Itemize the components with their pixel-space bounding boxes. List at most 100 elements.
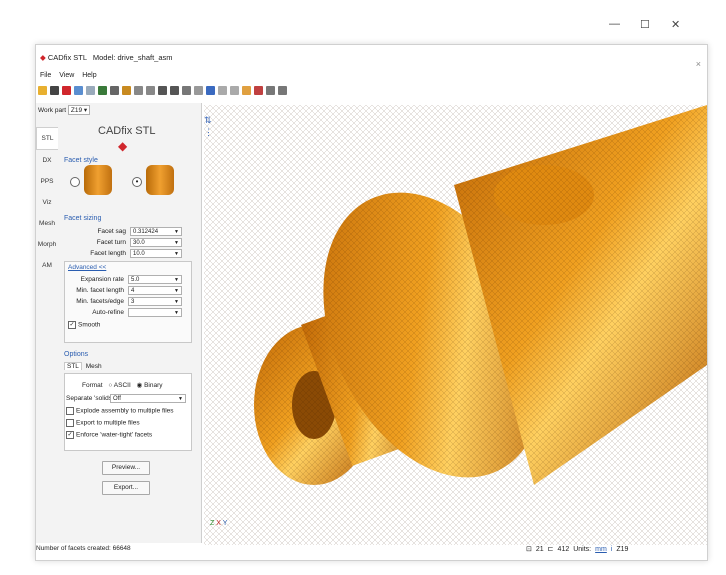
smooth-check-icon: ✓ xyxy=(68,321,76,329)
work-part-label: Work part xyxy=(38,107,67,114)
separate-solids-label: Separate 'solids' xyxy=(66,395,114,402)
facet-turn-input[interactable]: 30.0 ▼ xyxy=(130,238,182,247)
work-part: Work part Z19 ▾ xyxy=(38,105,91,115)
min-facet-length-input[interactable]: 4 ▼ xyxy=(128,286,182,295)
export-multiple-check-icon xyxy=(66,419,74,427)
info-icon[interactable]: i xyxy=(611,546,613,553)
select-arrow-icon[interactable] xyxy=(206,85,215,95)
menu-view[interactable]: View xyxy=(59,72,74,79)
units-value[interactable]: mm xyxy=(595,546,607,553)
export-multiple-checkbox[interactable]: Export to multiple files xyxy=(66,419,140,427)
options-tabs: STL Mesh xyxy=(64,362,104,370)
tab-morph[interactable]: Morph xyxy=(36,234,58,255)
tab-am[interactable]: AM xyxy=(36,255,58,276)
facet-sag-input[interactable]: 0.312424 ▼ xyxy=(130,227,182,236)
redo-icon[interactable] xyxy=(86,85,95,95)
options-title: Options xyxy=(64,351,89,358)
export-button[interactable]: Export... xyxy=(102,481,150,495)
smooth-checkbox[interactable]: ✓ Smooth xyxy=(68,321,100,329)
zoom-fit-icon[interactable] xyxy=(158,85,167,95)
star-icon[interactable] xyxy=(278,85,287,95)
model-check-icon[interactable] xyxy=(98,85,107,95)
axes-icon[interactable] xyxy=(182,85,191,95)
enforce-checkbox[interactable]: ✓ Enforce 'water-tight' facets xyxy=(66,431,152,439)
explode-check-icon xyxy=(66,407,74,415)
facet-sag-label: Facet sag xyxy=(97,228,126,235)
tab-dx[interactable]: DX xyxy=(36,150,58,171)
facet-length-label: Facet length xyxy=(90,250,126,257)
auto-refine-input[interactable]: ▼ xyxy=(128,308,182,317)
face-count: 21 xyxy=(535,545,544,553)
select-edge-icon[interactable] xyxy=(230,85,239,95)
options-tab-stl[interactable]: STL xyxy=(64,362,82,370)
status-facets: Number of facets created: 66648 xyxy=(36,545,131,552)
select-face-icon[interactable] xyxy=(218,85,227,95)
axis-triad: Z X Y xyxy=(210,520,227,527)
mesh-overlay xyxy=(204,105,707,545)
facet-sizing-title: Facet sizing xyxy=(64,215,102,222)
stl-icon[interactable] xyxy=(62,85,71,95)
save-icon[interactable] xyxy=(50,85,59,95)
delete-icon[interactable] xyxy=(254,85,263,95)
facet-style-radio-1[interactable] xyxy=(70,177,80,187)
title-bar: ◆ CADfix STL Model: drive_shaft_asm xyxy=(40,53,173,62)
tab-stl[interactable]: STL xyxy=(36,127,58,150)
render-icon[interactable] xyxy=(194,85,203,95)
expansion-rate-label: Expansion rate xyxy=(80,276,124,283)
measure-icon[interactable] xyxy=(110,85,119,95)
facet-length-input[interactable]: 10.0 ▼ xyxy=(130,249,182,258)
facet-style-radio-2[interactable]: • xyxy=(132,177,142,187)
maximize-button[interactable]: ☐ xyxy=(640,18,650,31)
open-icon[interactable] xyxy=(38,85,47,95)
advanced-toggle[interactable]: Advanced << xyxy=(68,264,106,271)
close-button[interactable]: ✕ xyxy=(671,18,680,31)
brand-logo-icon: ◆ xyxy=(118,139,128,153)
copy-icon[interactable] xyxy=(266,85,275,95)
facet-style-preview-1 xyxy=(84,165,112,195)
enforce-check-icon: ✓ xyxy=(66,431,74,439)
axis-x-label: X xyxy=(216,520,221,527)
tab-viz[interactable]: Viz xyxy=(36,192,58,213)
facet-style-title: Facet style xyxy=(64,157,98,164)
options-tab-mesh[interactable]: Mesh xyxy=(84,363,104,370)
drive-shaft-model[interactable] xyxy=(204,105,707,545)
expansion-rate-input[interactable]: 5.0 ▼ xyxy=(128,275,182,284)
app-window: ◆ CADfix STL Model: drive_shaft_asm × Fi… xyxy=(35,44,708,561)
menu-bar: File View Help xyxy=(40,72,103,79)
view-cube-icon[interactable] xyxy=(146,85,155,95)
app-logo-icon: ◆ xyxy=(40,53,46,62)
facet-style-preview-2 xyxy=(146,165,174,195)
tab-mesh[interactable]: Mesh xyxy=(36,213,58,234)
3d-viewport[interactable]: ⇅ ⋮ xyxy=(204,105,707,545)
undo-icon[interactable] xyxy=(74,85,83,95)
axis-y-label: Y xyxy=(222,520,228,527)
window-frame: ◆ CADfix STL Model: drive_shaft_asm × Fi… xyxy=(35,44,708,561)
model-label: Model: drive_shaft_asm xyxy=(92,53,173,62)
separate-solids-select[interactable]: Off ▼ xyxy=(110,394,186,403)
preview-button[interactable]: Preview... xyxy=(102,461,150,475)
zoom-icon[interactable] xyxy=(170,85,179,95)
binary-radio[interactable]: ◉ Binary xyxy=(137,382,163,389)
explode-checkbox[interactable]: Explode assembly to multiple files xyxy=(66,407,174,415)
menu-file[interactable]: File xyxy=(40,72,51,79)
app-title: CADfix STL xyxy=(47,53,87,62)
status-right: ⊡ 21 ⊏ 412 Units: mm i Z19 xyxy=(526,545,628,554)
units-label: Units: xyxy=(573,545,592,553)
tab-pps[interactable]: PPS xyxy=(36,171,58,192)
axis-z-label: Z xyxy=(210,520,215,527)
panel-close-icon[interactable]: × xyxy=(696,59,701,69)
color-icon[interactable] xyxy=(242,85,251,95)
ascii-radio[interactable]: ○ ASCII xyxy=(108,382,130,389)
minimize-button[interactable]: — xyxy=(609,18,620,30)
box-view-icon[interactable] xyxy=(134,85,143,95)
facet-turn-label: Facet turn xyxy=(96,239,126,246)
edge-count: 412 xyxy=(557,545,570,553)
stl-panel: CADfix STL ◆ Facet style • Facet sizing … xyxy=(58,121,198,521)
tools-icon[interactable] xyxy=(122,85,131,95)
toolbar xyxy=(38,83,287,97)
face-count-icon: ⊡ xyxy=(526,546,532,553)
work-part-select[interactable]: Z19 ▾ xyxy=(67,105,91,115)
edge-count-icon: ⊏ xyxy=(547,546,554,553)
min-facets-edge-input[interactable]: 3 ▼ xyxy=(128,297,182,306)
menu-help[interactable]: Help xyxy=(82,72,96,79)
